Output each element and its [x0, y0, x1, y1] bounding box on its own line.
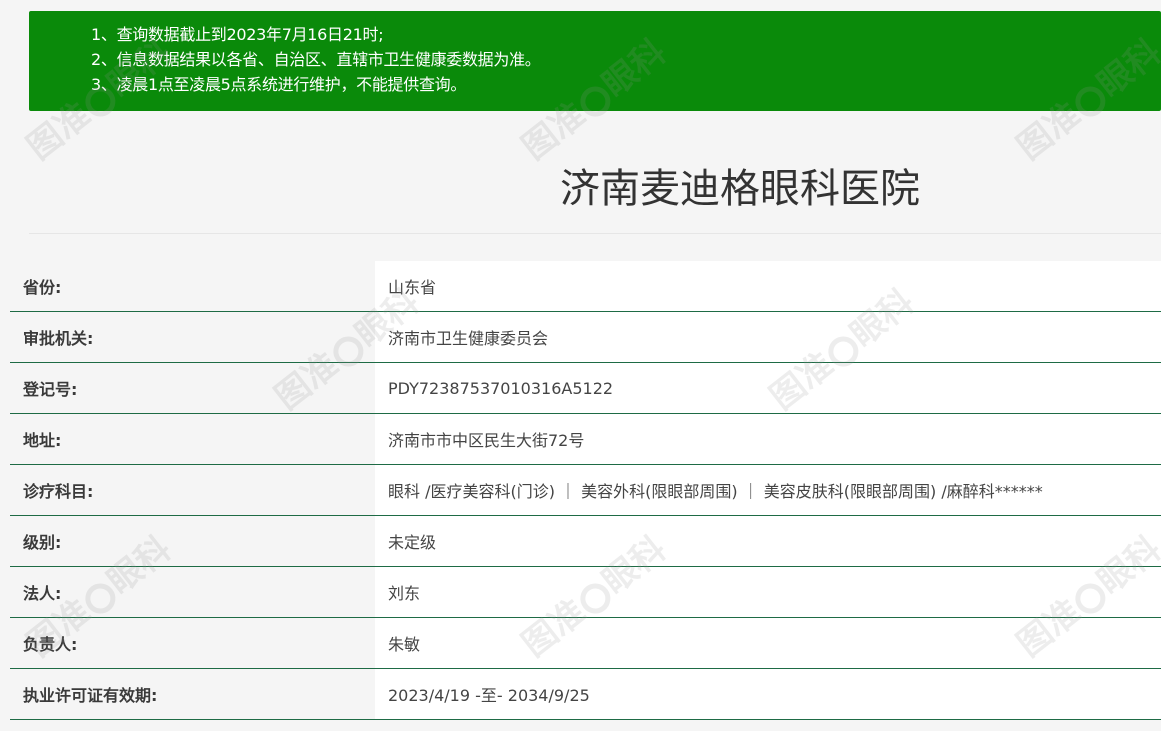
row-address: 地址: 济南市市中区民生大街72号	[10, 414, 1161, 465]
departments-label: 诊疗科目:	[10, 465, 375, 515]
notice-line-1: 1、查询数据截止到2023年7月16日21时;	[91, 25, 384, 44]
level-label: 级别:	[10, 516, 375, 566]
registration-number-value: PDY72387537010316A5122	[375, 363, 1161, 413]
row-level: 级别: 未定级	[10, 516, 1161, 567]
legal-person-label: 法人:	[10, 567, 375, 617]
approval-authority-label: 审批机关:	[10, 312, 375, 362]
address-value: 济南市市中区民生大街72号	[375, 414, 1161, 464]
notice-banner: 1、查询数据截止到2023年7月16日21时; 2、信息数据结果以各省、自治区、…	[29, 11, 1161, 111]
departments-value: 眼科 /医疗美容科(门诊) ｜ 美容外科(限眼部周围) ｜ 美容皮肤科(限眼部周…	[375, 465, 1161, 515]
license-validity-label: 执业许可证有效期:	[10, 669, 375, 719]
hospital-title: 济南麦迪格眼科医院	[560, 166, 920, 212]
province-label: 省份:	[10, 261, 375, 311]
level-value: 未定级	[375, 516, 1161, 566]
title-divider	[29, 233, 1161, 234]
notice-line-2: 2、信息数据结果以各省、自治区、直辖市卫生健康委数据为准。	[91, 50, 541, 69]
row-approval-authority: 审批机关: 济南市卫生健康委员会	[10, 312, 1161, 363]
row-legal-person: 法人: 刘东	[10, 567, 1161, 618]
license-validity-value: 2023/4/19 -至- 2034/9/25	[375, 669, 1161, 719]
registration-number-label: 登记号:	[10, 363, 375, 413]
province-value: 山东省	[375, 261, 1161, 311]
person-in-charge-label: 负责人:	[10, 618, 375, 668]
approval-authority-value: 济南市卫生健康委员会	[375, 312, 1161, 362]
hospital-info-table: 省份: 山东省 审批机关: 济南市卫生健康委员会 登记号: PDY7238753…	[10, 261, 1161, 720]
person-in-charge-value: 朱敏	[375, 618, 1161, 668]
row-person-in-charge: 负责人: 朱敏	[10, 618, 1161, 669]
legal-person-value: 刘东	[375, 567, 1161, 617]
notice-line-3: 3、凌晨1点至凌晨5点系统进行维护，不能提供查询。	[91, 75, 467, 94]
row-registration-number: 登记号: PDY72387537010316A5122	[10, 363, 1161, 414]
row-province: 省份: 山东省	[10, 261, 1161, 312]
row-departments: 诊疗科目: 眼科 /医疗美容科(门诊) ｜ 美容外科(限眼部周围) ｜ 美容皮肤…	[10, 465, 1161, 516]
address-label: 地址:	[10, 414, 375, 464]
row-license-validity: 执业许可证有效期: 2023/4/19 -至- 2034/9/25	[10, 669, 1161, 720]
